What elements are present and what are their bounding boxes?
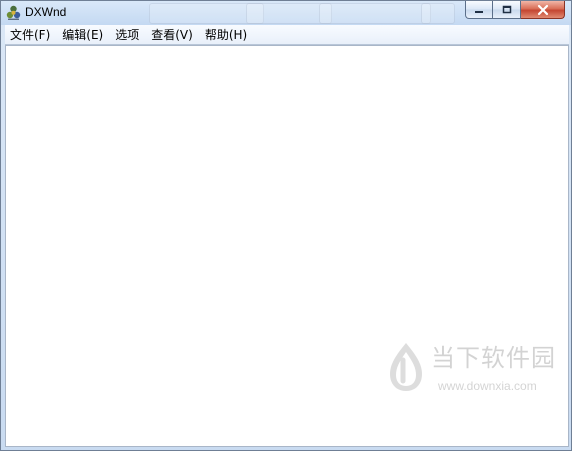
dxwnd-window: DXWnd 文件(F) 编辑(E) 选项 查看(V) 帮助(H) 当下软件园 w… [0, 0, 572, 451]
title-bar[interactable]: DXWnd [1, 1, 571, 25]
watermark-url: www.downxia.com [438, 379, 537, 393]
menu-file[interactable]: 文件(F) [10, 27, 50, 43]
window-title: DXWnd [25, 5, 67, 19]
minimize-button[interactable] [465, 1, 493, 19]
menu-options[interactable]: 选项 [115, 27, 139, 43]
dxwnd-app-icon [6, 5, 21, 20]
downxia-logo-icon [390, 343, 422, 391]
menu-bar: 文件(F) 编辑(E) 选项 查看(V) 帮助(H) [5, 25, 569, 45]
close-icon [537, 4, 548, 15]
site-watermark: 当下软件园 www.downxia.com [384, 339, 556, 403]
maximize-button[interactable] [493, 1, 521, 19]
maximize-icon [502, 5, 511, 13]
menu-view[interactable]: 查看(V) [151, 27, 193, 43]
menu-edit[interactable]: 编辑(E) [62, 27, 103, 43]
menu-help[interactable]: 帮助(H) [205, 27, 247, 43]
close-button[interactable] [521, 1, 565, 19]
minimize-icon [475, 10, 483, 13]
background-window-glass [421, 3, 455, 24]
window-controls [465, 1, 565, 21]
background-window-glass [319, 3, 431, 24]
watermark-title: 当下软件园 [431, 344, 556, 372]
